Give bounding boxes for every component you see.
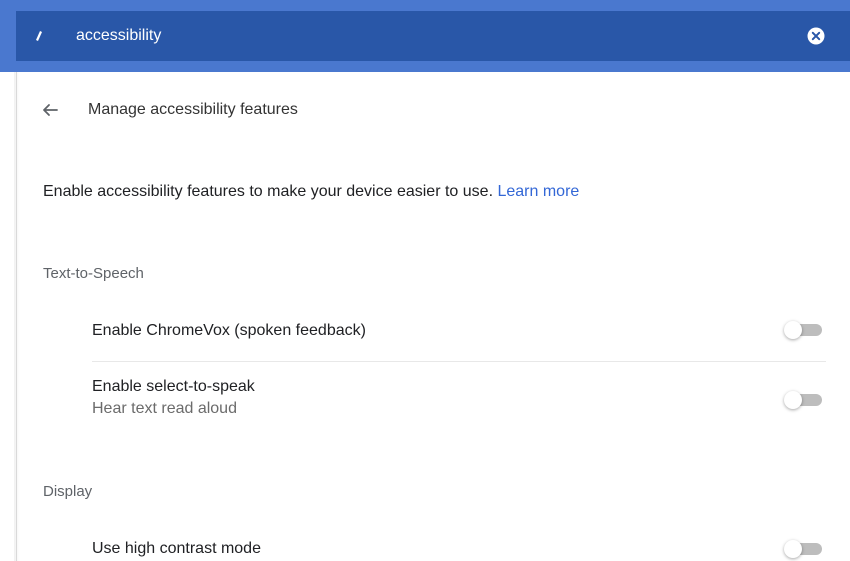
page-title: Manage accessibility features xyxy=(88,101,298,118)
divider xyxy=(92,361,826,362)
search-bar[interactable] xyxy=(16,11,850,61)
chromevox-toggle[interactable] xyxy=(784,321,822,339)
section-header-display: Display xyxy=(43,483,93,500)
top-bar xyxy=(0,0,850,72)
arrow-left-icon xyxy=(43,104,58,116)
toggle-knob xyxy=(784,391,802,409)
panel-edge xyxy=(14,72,20,561)
setting-row-high-contrast[interactable]: Use high contrast mode xyxy=(92,538,826,560)
select-to-speak-toggle[interactable] xyxy=(784,391,822,409)
setting-label: Use high contrast mode xyxy=(92,540,261,557)
intro-text: Enable accessibility features to make yo… xyxy=(43,181,579,203)
search-icon xyxy=(32,29,46,43)
setting-row-select-to-speak[interactable]: Enable select-to-speak Hear text read al… xyxy=(92,376,826,420)
high-contrast-toggle[interactable] xyxy=(784,540,822,558)
setting-row-chromevox[interactable]: Enable ChromeVox (spoken feedback) xyxy=(92,320,826,342)
close-circle-icon xyxy=(807,27,825,45)
search-input[interactable] xyxy=(76,22,756,50)
back-button[interactable] xyxy=(38,98,62,122)
setting-sublabel: Hear text read aloud xyxy=(92,400,237,417)
section-header-text-to-speech: Text-to-Speech xyxy=(43,265,144,282)
setting-label: Enable select-to-speak xyxy=(92,378,255,395)
learn-more-link[interactable]: Learn more xyxy=(497,183,579,200)
intro-description: Enable accessibility features to make yo… xyxy=(43,183,494,200)
toggle-knob xyxy=(784,540,802,558)
toggle-knob xyxy=(784,321,802,339)
clear-search-button[interactable] xyxy=(806,26,826,46)
setting-label: Enable ChromeVox (spoken feedback) xyxy=(92,322,366,339)
subpage-header: Manage accessibility features xyxy=(20,88,840,128)
